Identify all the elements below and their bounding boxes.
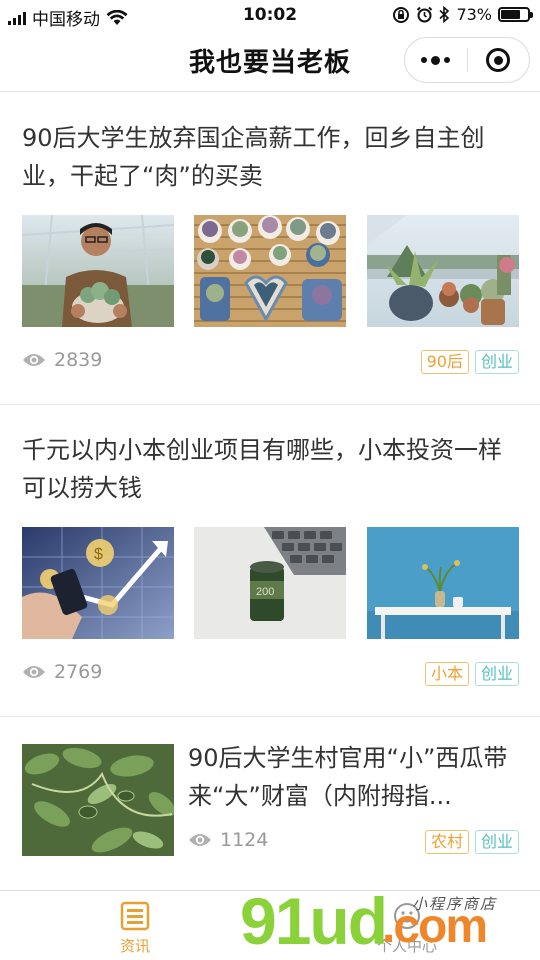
tab-label: 资讯 (119, 937, 150, 955)
svg-text:$: $ (94, 546, 103, 563)
status-right: 73% (392, 5, 533, 24)
view-count-value: 1124 (220, 829, 269, 851)
more-button[interactable] (405, 38, 467, 82)
nav-bar: 我也要当老板 (0, 32, 540, 92)
view-count: 2839 (22, 349, 102, 371)
article-thumbnail (194, 215, 346, 327)
article-title: 90后大学生放弃国企高薪工作，回乡自主创业，干起了“肉”的买卖 (22, 124, 485, 190)
article-thumbnail (367, 527, 519, 639)
news-list-icon (120, 901, 150, 931)
tag-list: 小本 创业 (424, 662, 519, 686)
article-thumbnail (367, 215, 519, 327)
article-thumbnail: $ (22, 527, 174, 639)
close-program-button[interactable] (467, 38, 529, 82)
article-feed: 90后大学生放弃国企高薪工作，回乡自主创业，干起了“肉”的买卖 2839 90后… (0, 93, 540, 891)
tag[interactable]: 农村 (424, 830, 469, 854)
article-title: 90后大学生村官用“小”西瓜带来“大”财富（内附拇指... (188, 744, 508, 810)
eye-icon (23, 354, 45, 366)
article-card[interactable]: 千元以内小本创业项目有哪些，小本投资一样可以捞大钱 $ 200 2769 小本 … (0, 405, 540, 717)
tag[interactable]: 小本 (424, 662, 469, 686)
eye-icon (23, 666, 45, 678)
article-thumbnail: 200 (194, 527, 346, 639)
tab-profile[interactable]: 个人中心 (357, 901, 457, 956)
article-thumbnail (22, 215, 174, 327)
orientation-lock-icon (393, 6, 410, 23)
battery-percent: 73% (456, 5, 492, 24)
tab-label: 个人中心 (376, 937, 437, 955)
article-card[interactable]: 90后大学生村官用“小”西瓜带来“大”财富（内附拇指... 1124 农村 创业 (0, 717, 540, 891)
tag[interactable]: 创业 (474, 350, 519, 374)
view-count-value: 2769 (54, 661, 103, 683)
tag[interactable]: 创业 (474, 830, 519, 854)
user-face-icon (394, 903, 420, 929)
status-bar: 中国移动 10:02 73% (0, 0, 540, 32)
bluetooth-icon (439, 6, 450, 23)
tag-list: 农村 创业 (424, 830, 519, 854)
more-dots-icon (421, 55, 451, 65)
tag[interactable]: 创业 (474, 662, 519, 686)
view-count-value: 2839 (54, 349, 103, 371)
alarm-icon (417, 6, 433, 23)
eye-icon (189, 834, 211, 846)
view-count: 2769 (22, 661, 102, 683)
tag-list: 90后 创业 (420, 350, 519, 374)
battery-icon (498, 7, 533, 22)
view-count: 1124 (188, 829, 268, 851)
article-card[interactable]: 90后大学生放弃国企高薪工作，回乡自主创业，干起了“肉”的买卖 2839 90后… (0, 93, 540, 405)
svg-text:200: 200 (256, 586, 274, 598)
tab-news[interactable]: 资讯 (85, 901, 185, 956)
article-thumbnail (22, 744, 174, 856)
close-target-icon (486, 48, 511, 72)
mini-program-capsule (404, 37, 530, 83)
tab-bar: 资讯 个人中心 (0, 890, 540, 960)
article-title: 千元以内小本创业项目有哪些，小本投资一样可以捞大钱 (22, 436, 502, 502)
tag[interactable]: 90后 (420, 350, 469, 374)
